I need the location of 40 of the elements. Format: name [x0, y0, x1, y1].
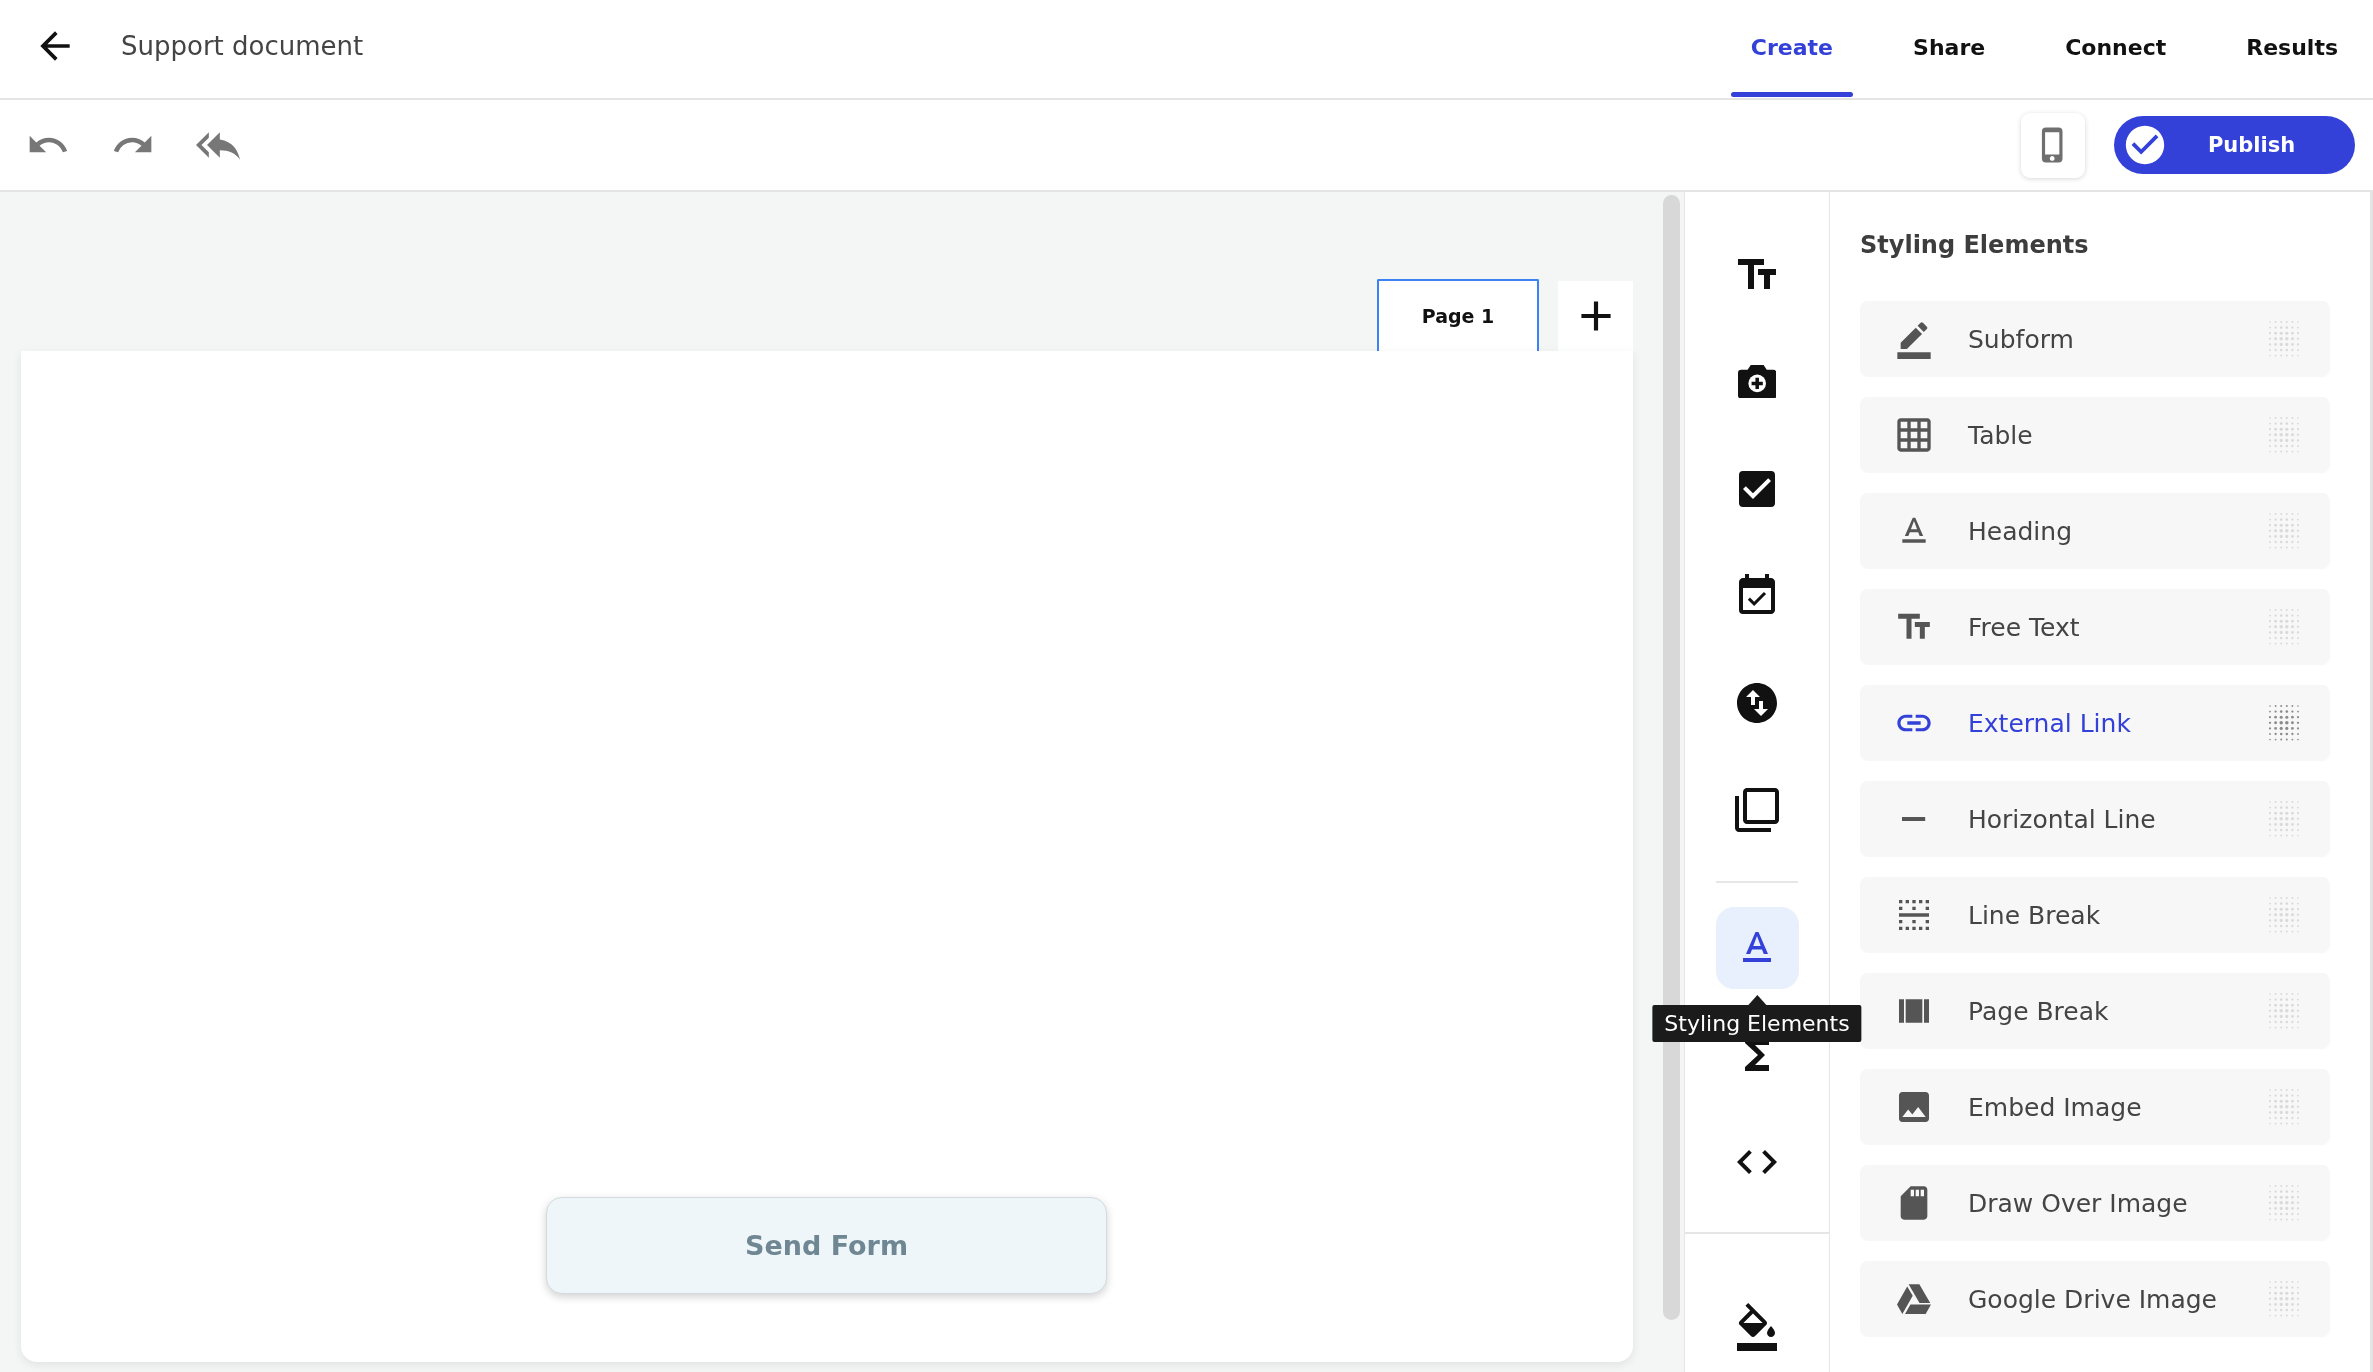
copy-icon[interactable] [1733, 785, 1781, 834]
text-format-button[interactable] [1715, 906, 1799, 989]
element-item[interactable]: Draw Over Image [1860, 1165, 2330, 1241]
element-item[interactable]: Google Drive Image [1860, 1261, 2330, 1337]
document-title: Support document [121, 31, 364, 61]
add-page-button[interactable] [1558, 281, 1633, 351]
drag-handle-icon[interactable] [2267, 703, 2301, 743]
drag-handle-icon[interactable] [2267, 1279, 2301, 1319]
drag-handle-icon[interactable] [2267, 1087, 2301, 1127]
nav-tab[interactable]: Create [1730, 0, 1854, 98]
panel-title: Styling Elements [1860, 230, 2090, 261]
table-grid-icon [1894, 415, 1934, 455]
tooltip: Styling Elements [1652, 994, 1862, 1042]
mobile-preview-button[interactable] [2021, 112, 2085, 178]
element-item[interactable]: External Link [1860, 685, 2330, 761]
pencil-icon [1894, 319, 1934, 359]
element-item[interactable]: Free Text [1860, 589, 2330, 665]
page-tab[interactable]: Page 1 [1377, 279, 1539, 351]
element-item[interactable]: Horizontal Line [1860, 781, 2330, 857]
drag-handle-icon[interactable] [2267, 607, 2301, 647]
drag-handle-icon[interactable] [2267, 799, 2301, 839]
drag-handle-icon[interactable] [2267, 319, 2301, 359]
drag-handle-icon[interactable] [2267, 415, 2301, 455]
drag-handle-icon[interactable] [2267, 991, 2301, 1031]
drag-handle-icon[interactable] [2267, 1183, 2301, 1223]
element-item[interactable]: Subform [1860, 301, 2330, 377]
element-item[interactable]: Page Break [1860, 973, 2330, 1049]
element-item[interactable]: Heading [1860, 493, 2330, 569]
drag-handle-icon[interactable] [2267, 895, 2301, 935]
nav-tab[interactable]: Share [1893, 0, 2006, 98]
element-item[interactable]: Embed Image [1860, 1069, 2330, 1145]
camera-icon[interactable] [1737, 364, 1777, 399]
drive-logo-icon [1897, 1282, 1931, 1316]
publish-button[interactable]: Publish [2114, 116, 2355, 174]
minus-icon [1902, 817, 1926, 821]
nav-tab[interactable]: Results [2226, 0, 2358, 98]
element-item[interactable]: Line Break [1860, 877, 2330, 953]
nav-tab[interactable]: Connect [2045, 0, 2187, 98]
drag-handle-icon[interactable] [2267, 511, 2301, 551]
element-item[interactable]: Table [1860, 397, 2330, 473]
